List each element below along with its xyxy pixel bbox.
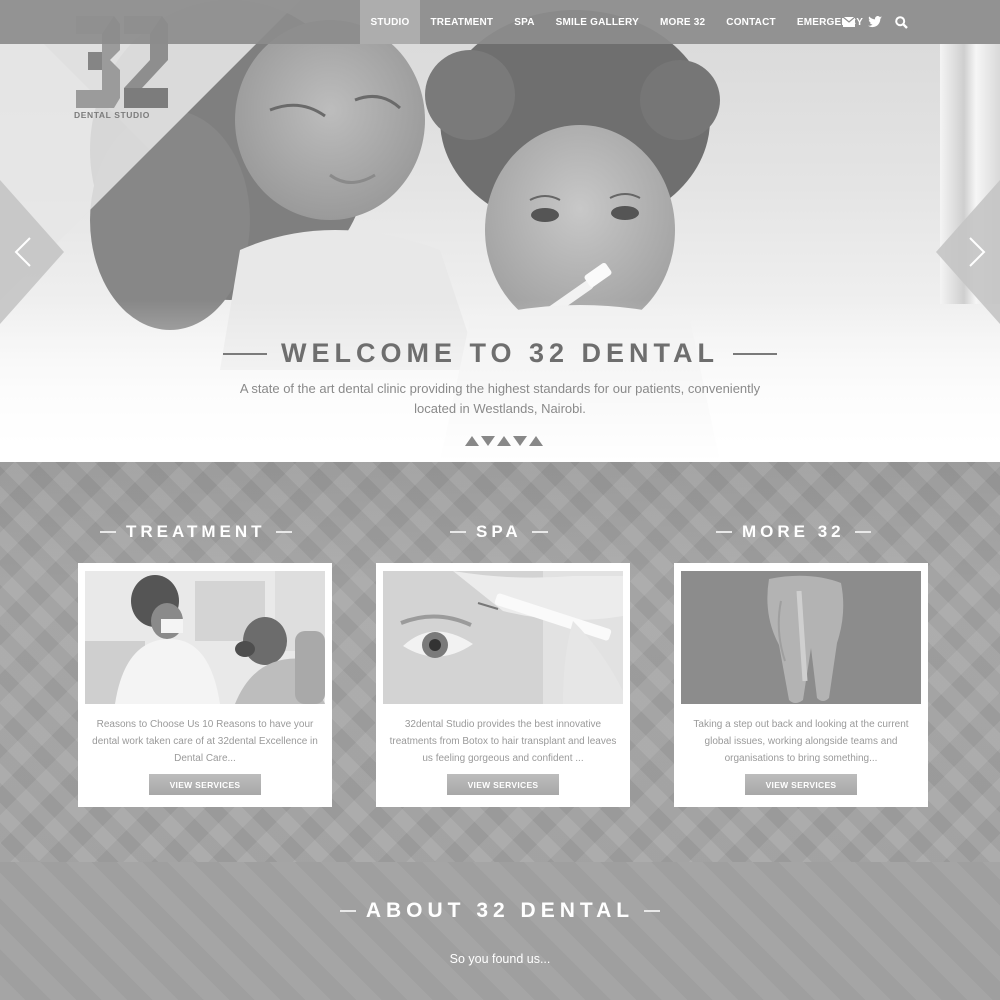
section-title: MORE 32 [742, 522, 845, 541]
spa-card: 32dental Studio provides the best innova… [376, 563, 630, 807]
welcome-heading: WELCOME TO 32 DENTAL [0, 338, 1000, 369]
card-description: Reasons to Choose Us 10 Reasons to have … [92, 719, 318, 764]
divider-line [339, 910, 356, 912]
logo-text: DENTAL STUDIO [74, 110, 150, 120]
divider-line [716, 531, 732, 533]
welcome-subtitle: A state of the art dental clinic providi… [239, 381, 761, 416]
slider-prev-button[interactable] [0, 180, 64, 324]
search-icon[interactable] [894, 15, 908, 29]
about-heading: ABOUT 32 DENTAL [0, 899, 1000, 923]
treatment-image[interactable] [85, 571, 325, 704]
nav-contact[interactable]: CONTACT [716, 0, 787, 44]
twitter-icon[interactable] [868, 15, 882, 29]
divider-line [450, 531, 466, 533]
divider-line [644, 910, 661, 912]
divider-line [275, 531, 292, 533]
spa-heading: SPA [450, 522, 548, 542]
divider-line [733, 352, 777, 355]
slide-dot-3[interactable] [497, 436, 511, 446]
nav-studio[interactable]: STUDIO [360, 0, 420, 44]
divider-line [854, 531, 871, 533]
card-description: Taking a step out back and looking at th… [693, 719, 909, 764]
main-nav: STUDIO TREATMENT SPA SMILE GALLERY MORE … [360, 0, 874, 44]
nav-smile-gallery[interactable]: SMILE GALLERY [545, 0, 649, 44]
view-services-button[interactable]: VIEW SERVICES [149, 774, 261, 795]
nav-more-32[interactable]: MORE 32 [649, 0, 715, 44]
about-subtitle: So you found us... [449, 952, 551, 966]
view-services-button[interactable]: VIEW SERVICES [745, 774, 857, 795]
card-description: 32dental Studio provides the best innova… [389, 719, 617, 764]
divider-line [222, 352, 267, 355]
envelope-icon[interactable] [842, 15, 856, 29]
more-32-image[interactable] [681, 571, 921, 704]
treatment-heading: TREATMENT [100, 522, 292, 542]
section-title: TREATMENT [126, 522, 266, 541]
slider-next-button[interactable] [936, 180, 1000, 324]
welcome-title: WELCOME TO 32 DENTAL [280, 338, 719, 368]
nav-icons [842, 0, 908, 44]
divider-line [531, 531, 548, 533]
section-title: SPA [476, 522, 522, 541]
view-services-button[interactable]: VIEW SERVICES [447, 774, 559, 795]
more-32-heading: MORE 32 [716, 522, 871, 542]
treatment-card: Reasons to Choose Us 10 Reasons to have … [78, 563, 332, 807]
nav-spa[interactable]: SPA [504, 0, 545, 44]
slide-dot-1[interactable] [465, 436, 479, 446]
about-section [0, 862, 1000, 1000]
divider-line [100, 531, 116, 533]
spa-image[interactable] [383, 571, 623, 704]
about-title: ABOUT 32 DENTAL [365, 899, 635, 922]
slide-dot-4[interactable] [513, 436, 527, 446]
slide-dot-2[interactable] [481, 436, 495, 446]
slider-pagination [465, 436, 543, 446]
nav-treatment[interactable]: TREATMENT [420, 0, 504, 44]
more-32-card: Taking a step out back and looking at th… [674, 563, 928, 807]
slide-dot-5[interactable] [529, 436, 543, 446]
